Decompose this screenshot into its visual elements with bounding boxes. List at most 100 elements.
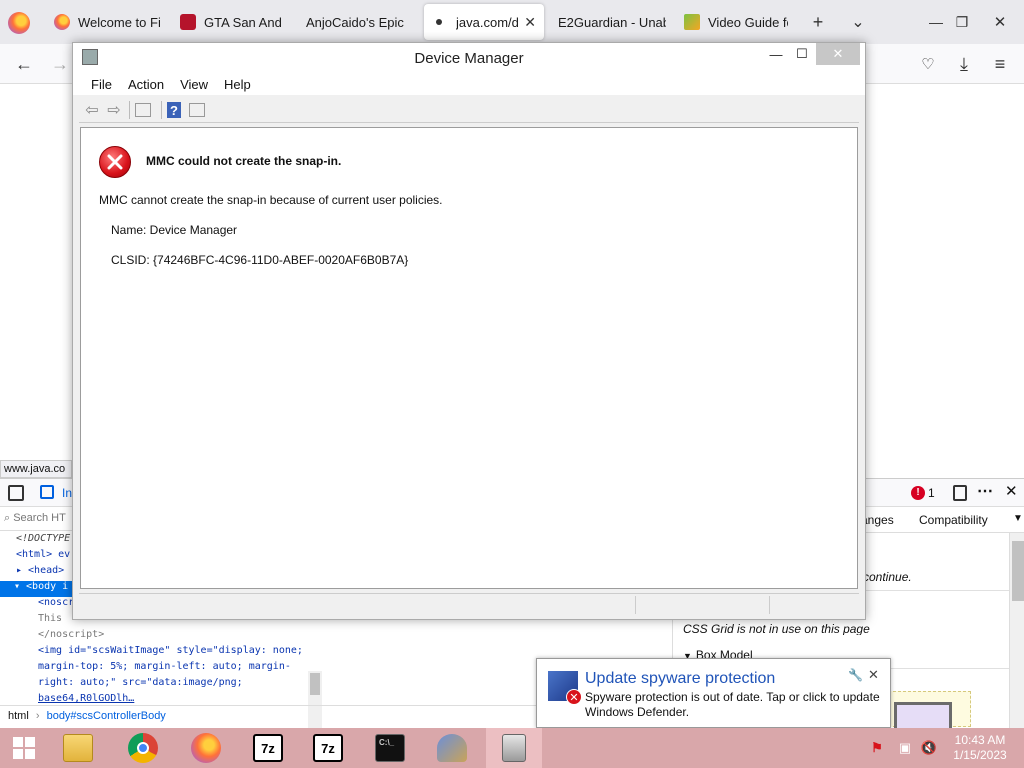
browser-tab-bar: Welcome to Fir GTA San Andre AnjoCaido's… <box>0 0 1024 44</box>
tree-node[interactable]: ▸ <head> ··· <box>16 565 72 581</box>
help-icon[interactable]: ? <box>167 102 181 118</box>
taskbar-file-explorer[interactable] <box>50 728 106 768</box>
tab-gta[interactable]: GTA San Andre <box>172 4 290 40</box>
scrollbar-thumb[interactable] <box>310 673 320 695</box>
device-manager-icon <box>502 734 526 762</box>
taskbar-chrome[interactable] <box>115 728 171 768</box>
windows-logo-icon <box>13 737 35 759</box>
tab-java[interactable]: java.com/do ✕ <box>424 4 544 40</box>
tab-compatibility[interactable]: Compatibility <box>919 513 988 527</box>
dock-side-icon[interactable] <box>953 485 967 501</box>
defender-notification[interactable]: ✕ Update spyware protection Spyware prot… <box>536 658 891 728</box>
notification-body: Spyware protection is out of date. Tap o… <box>585 690 880 719</box>
hamburger-menu-icon[interactable]: ≡ <box>988 52 1012 76</box>
network-icon[interactable]: ▣ <box>896 739 914 757</box>
menu-view[interactable]: View <box>172 73 216 95</box>
new-tab-button[interactable]: + <box>806 10 830 34</box>
terminal-icon: C:\_ <box>375 734 405 762</box>
taskbar-command-prompt[interactable]: C:\_ <box>362 728 418 768</box>
error-heading: MMC could not create the snap-in. <box>146 154 342 168</box>
box-model-diagram <box>883 691 971 732</box>
tree-node[interactable]: right: auto;" src="data:image/png; <box>38 677 308 693</box>
window-title-bar[interactable]: Device Manager — ☐ ✕ <box>73 43 865 73</box>
tab-e2guardian[interactable]: E2Guardian - Unabl <box>550 4 674 40</box>
scrollbar-thumb[interactable] <box>1012 541 1024 601</box>
clock-date: 1/15/2023 <box>953 748 1007 762</box>
tree-node[interactable]: <html> ev <box>16 549 72 565</box>
search-icon: ⌕ <box>4 512 14 524</box>
tree-node[interactable]: </noscript> <box>38 629 308 645</box>
taskbar: 7z 7z C:\_ ⚑ ▣ 🔇 10:43 AM 1/15/2023 <box>0 728 1024 768</box>
tab-close-icon[interactable]: ✕ <box>524 14 536 31</box>
tree-node[interactable]: This <box>38 613 72 629</box>
browser-restore-button[interactable]: ❐ <box>950 10 974 34</box>
search-placeholder: Search HT <box>13 512 66 524</box>
browser-close-button[interactable]: ✕ <box>988 10 1012 34</box>
taskbar-7zip-b[interactable]: 7z <box>300 728 356 768</box>
back-arrow-icon[interactable]: ← <box>12 52 36 76</box>
breadcrumb-item[interactable]: html <box>8 710 29 722</box>
tree-node[interactable]: <img id="scsWaitImage" style="display: n… <box>38 645 308 661</box>
inspector-icon[interactable] <box>40 485 54 499</box>
sidebar-scrollbar[interactable] <box>1009 533 1024 729</box>
maximize-button[interactable]: ☐ <box>785 43 819 65</box>
tab-label: java.com/do <box>456 14 519 30</box>
notification-close-button[interactable]: ✕ <box>868 667 879 683</box>
toolbar: ⇦ ⇨ ? <box>79 97 859 123</box>
html-search-input[interactable]: ⌕ Search HT <box>0 507 72 531</box>
pocket-icon[interactable]: ♡ <box>916 52 940 76</box>
tab-inspector[interactable]: In <box>62 486 72 500</box>
start-button[interactable] <box>0 728 48 768</box>
taskbar-device-utility[interactable] <box>424 728 480 768</box>
tab-label: AnjoCaido's Epic M <box>306 14 408 30</box>
tree-node[interactable]: margin-top: 5%; margin-left: auto; margi… <box>38 661 308 677</box>
error-count-icon[interactable]: ! <box>911 486 925 500</box>
menu-help[interactable]: Help <box>216 73 259 95</box>
taskbar-device-manager[interactable] <box>486 728 542 768</box>
taskbar-firefox[interactable] <box>178 728 234 768</box>
7zip-icon: 7z <box>313 734 343 762</box>
properties-pane-icon[interactable] <box>189 103 205 117</box>
element-picker-icon[interactable] <box>8 485 24 501</box>
error-icon <box>99 146 131 178</box>
close-button[interactable]: ✕ <box>816 43 860 65</box>
volume-muted-icon[interactable]: 🔇 <box>920 739 938 757</box>
tab-video-guide[interactable]: Video Guide for <box>676 4 796 40</box>
browser-minimize-button[interactable]: — <box>924 10 948 34</box>
chrome-icon <box>128 733 158 763</box>
snapin-clsid: CLSID: {74246BFC-4C96-11D0-ABEF-0020AF6B… <box>111 253 409 267</box>
status-url: www.java.co <box>0 460 72 478</box>
menu-file[interactable]: File <box>83 73 120 95</box>
device-manager-window: Device Manager — ☐ ✕ File Action View He… <box>72 42 866 620</box>
breadcrumb-item-selected[interactable]: body#scsControllerBody <box>47 710 166 722</box>
tab-label: E2Guardian - Unabl <box>558 14 666 30</box>
list-all-tabs-button[interactable]: ⌄ <box>846 10 870 34</box>
tree-node[interactable]: <!DOCTYPE <box>16 533 72 549</box>
tab-welcome[interactable]: Welcome to Fir <box>46 4 168 40</box>
menu-bar: File Action View Help <box>73 73 865 95</box>
pin-icon[interactable]: 🔧 <box>848 668 863 682</box>
show-hide-tree-icon[interactable] <box>135 103 151 117</box>
loading-dot-icon <box>436 19 442 25</box>
clock-time: 10:43 AM <box>954 733 1006 747</box>
tree-node-selected[interactable]: ▾ <body i <box>0 581 72 597</box>
more-options-icon[interactable]: ⋯ <box>977 481 993 501</box>
toolbar-divider <box>161 101 162 119</box>
forward-arrow-icon[interactable]: ⇨ <box>105 101 123 119</box>
downloads-icon[interactable]: ⤓ <box>952 52 976 76</box>
menu-action[interactable]: Action <box>120 73 172 95</box>
tab-anjocaido[interactable]: AnjoCaido's Epic M <box>298 4 416 40</box>
tree-node[interactable]: <noscr <box>38 597 72 613</box>
status-bar <box>79 593 859 615</box>
taskbar-7zip-a[interactable]: 7z <box>240 728 296 768</box>
system-clock[interactable]: 10:43 AM 1/15/2023 <box>946 733 1014 763</box>
devtools-close-icon[interactable]: ✕ <box>1005 482 1018 500</box>
forward-arrow-icon[interactable]: → <box>48 52 72 76</box>
error-badge-icon: ✕ <box>566 689 582 705</box>
chevron-down-icon[interactable]: ▼ <box>1013 513 1023 524</box>
firefox-menu-icon[interactable] <box>8 12 30 34</box>
defender-tray-icon[interactable]: ⚑ <box>868 739 886 757</box>
error-message: MMC cannot create the snap-in because of… <box>99 193 443 207</box>
back-arrow-icon[interactable]: ⇦ <box>83 101 101 119</box>
error-count[interactable]: 1 <box>928 486 935 500</box>
